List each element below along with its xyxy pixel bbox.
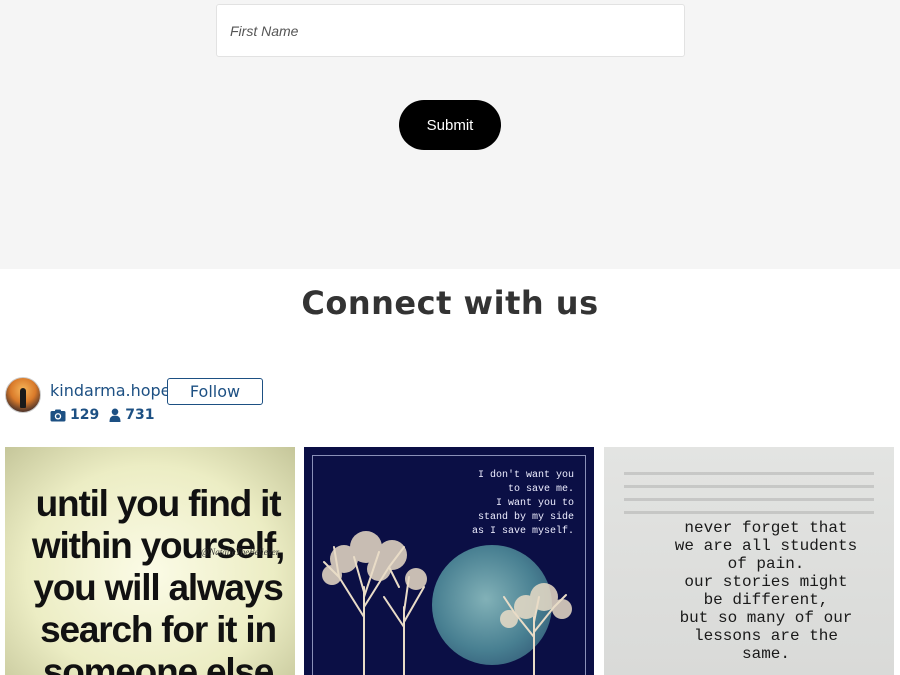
profile-stats: 129 731 (50, 407, 154, 423)
gallery-image-1[interactable]: until you find it within yourself, you w… (5, 447, 295, 675)
posts-stat: 129 (50, 407, 99, 423)
avatar[interactable] (5, 377, 41, 413)
followers-count: 731 (125, 407, 155, 423)
image-quote: I don't want you to save me. I want you … (471, 470, 574, 537)
profile-username-link[interactable]: kindarma.hope (50, 381, 171, 400)
image-signature: @NatalieTheBeliever (201, 547, 280, 557)
faded-text-texture (624, 462, 874, 522)
posts-count: 129 (70, 407, 100, 423)
connect-heading: Connect with us (301, 284, 599, 322)
first-name-field[interactable] (216, 4, 685, 57)
camera-icon (50, 409, 66, 421)
image-quote: until you find it within yourself, you w… (31, 483, 285, 675)
signup-form-section: Submit (0, 0, 900, 269)
follow-button[interactable]: Follow (167, 378, 263, 405)
avatar-figure (20, 388, 26, 408)
gallery-image-2[interactable]: I don't want you to save me. I want you … (304, 447, 594, 675)
followers-stat: 731 (109, 407, 154, 423)
image-quote: never forget that we are all students of… (674, 519, 858, 663)
submit-button[interactable]: Submit (399, 100, 501, 150)
user-icon (109, 408, 121, 422)
gallery-image-3[interactable]: never forget that we are all students of… (604, 447, 894, 675)
